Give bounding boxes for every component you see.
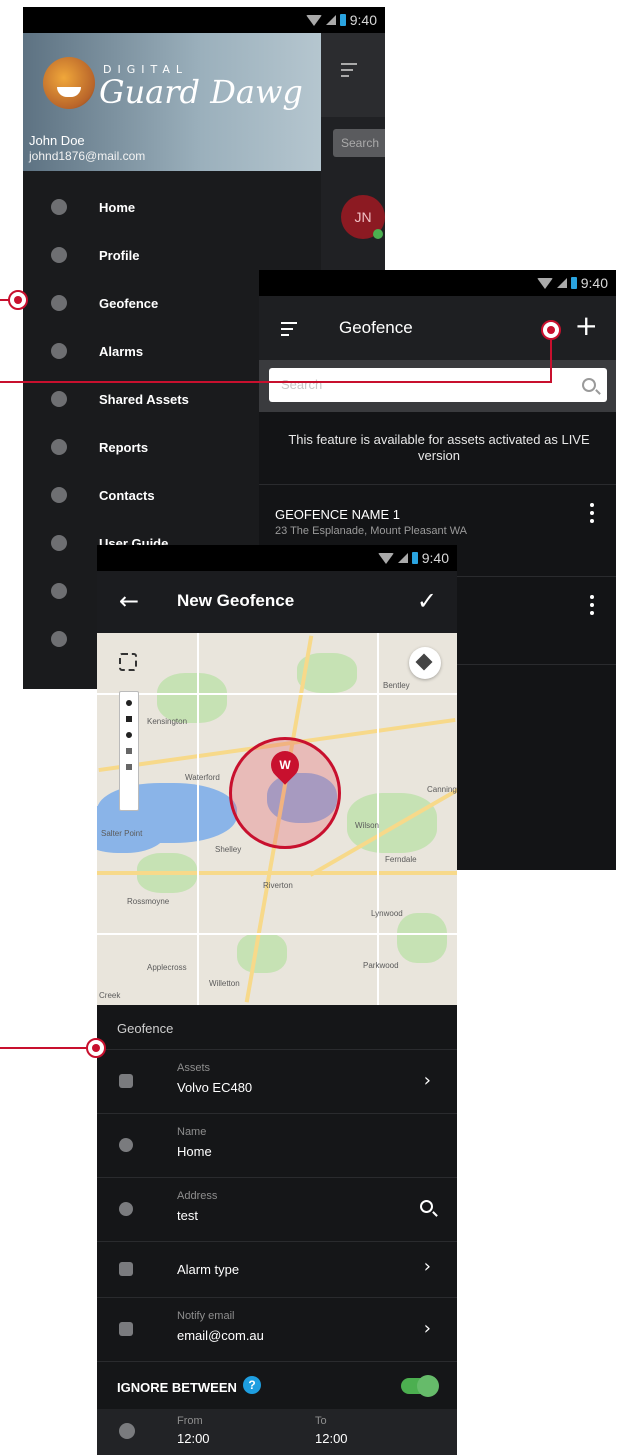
drawer-header: DIGITAL Guard Dawg John Doe johnd1876@ma… <box>23 33 321 171</box>
fullscreen-icon[interactable] <box>119 653 137 671</box>
app-logo: DIGITAL Guard Dawg <box>43 55 313 111</box>
geofence-address: 23 The Esplanade, Mount Pleasant WA <box>275 525 468 537</box>
delete-shape-icon[interactable] <box>126 764 132 770</box>
car-icon <box>119 1074 133 1088</box>
callout-line <box>0 381 552 383</box>
menu-item-home[interactable]: Home <box>23 183 321 231</box>
notify-email-field[interactable]: Notify email email@com.au › <box>97 1297 457 1361</box>
toolbar: ← New Geofence ✓ <box>97 571 457 633</box>
section-title: Geofence <box>117 1021 174 1036</box>
callout-form-section <box>86 1038 106 1058</box>
new-geofence-screen: 9:40 ← New Geofence ✓ Bentley Kensington… <box>97 545 457 1455</box>
home-icon <box>51 199 67 215</box>
status-bar: 9:40 <box>97 545 457 571</box>
status-time: 9:40 <box>349 12 377 28</box>
ignore-between-toggle[interactable] <box>401 1375 439 1397</box>
page-title: New Geofence <box>177 591 295 610</box>
chevron-right-icon: › <box>423 1256 431 1277</box>
search-icon[interactable] <box>582 378 596 392</box>
search-input[interactable]: Search <box>269 368 607 402</box>
geofence-icon <box>51 295 67 311</box>
map-view[interactable]: Bentley Kensington Waterford Salter Poin… <box>97 633 457 1005</box>
alarm-type-field[interactable]: Alarm type › <box>97 1241 457 1297</box>
alarm-icon <box>51 343 67 359</box>
layers-icon[interactable] <box>409 647 441 679</box>
draw-circle-icon[interactable] <box>126 700 132 706</box>
bell-icon <box>119 1262 133 1276</box>
geofence-form: Geofence Assets Volvo EC480 › Name Home … <box>97 1005 457 1455</box>
battery-icon <box>570 277 577 289</box>
map-marker-icon[interactable]: W <box>265 745 305 785</box>
page-title: Geofence <box>339 318 413 337</box>
user-name: John Doe <box>29 133 85 148</box>
email-icon <box>119 1322 133 1336</box>
wifi-icon <box>377 552 394 564</box>
chevron-right-icon: › <box>423 1070 431 1091</box>
ignore-between-row: IGNORE BETWEEN ? <box>97 1361 457 1409</box>
power-icon <box>51 631 67 647</box>
callout-add-button <box>541 320 561 340</box>
clock-icon <box>119 1423 135 1439</box>
more-options-icon[interactable] <box>590 595 594 619</box>
menu-icon[interactable] <box>281 322 297 340</box>
time-range-row: From 12:00 To 12:00 <box>97 1409 457 1455</box>
search-bar: Search <box>259 360 616 412</box>
callout-geofence-menu <box>8 290 28 310</box>
more-options-icon[interactable] <box>590 503 594 527</box>
ignore-between-label: IGNORE BETWEEN <box>117 1380 237 1395</box>
contacts-icon <box>51 487 67 503</box>
battery-icon <box>339 14 346 26</box>
draw-toolbar <box>119 691 139 811</box>
status-time: 9:40 <box>421 550 449 566</box>
geofence-name: GEOFENCE NAME 1 <box>275 507 400 522</box>
back-arrow-icon[interactable]: ← <box>119 589 139 613</box>
add-geofence-button[interactable]: + <box>575 310 598 342</box>
signal-icon <box>325 15 336 25</box>
edit-shape-icon[interactable] <box>126 748 132 754</box>
toolbar: Geofence + <box>259 296 616 360</box>
from-time[interactable]: 12:00 <box>177 1431 210 1446</box>
help-icon[interactable]: ? <box>243 1376 261 1394</box>
bulldog-logo-icon <box>43 57 95 109</box>
gear-icon <box>51 247 67 263</box>
document-icon <box>51 535 67 551</box>
status-bar: 9:40 <box>23 7 385 33</box>
callout-line <box>550 340 552 383</box>
wifi-icon <box>305 14 322 26</box>
draw-square-icon[interactable] <box>126 716 132 722</box>
wifi-icon <box>536 277 553 289</box>
geofence-icon <box>119 1138 133 1152</box>
draw-polygon-icon[interactable] <box>126 732 132 738</box>
online-indicator <box>373 229 383 239</box>
to-time[interactable]: 12:00 <box>315 1431 348 1446</box>
battery-icon <box>411 552 418 564</box>
name-field[interactable]: Name Home <box>97 1113 457 1177</box>
signal-icon <box>397 553 408 563</box>
chevron-right-icon: › <box>423 1318 431 1339</box>
signal-icon <box>556 278 567 288</box>
location-pin-icon <box>119 1202 133 1216</box>
assets-field[interactable]: Assets Volvo EC480 › <box>97 1049 457 1113</box>
user-email: johnd1876@mail.com <box>29 149 146 163</box>
search-icon[interactable] <box>420 1200 433 1213</box>
share-icon <box>51 391 67 407</box>
live-version-notice: This feature is available for assets act… <box>288 432 590 463</box>
callout-line <box>0 1047 90 1049</box>
menu-icon[interactable] <box>341 63 357 81</box>
bar-chart-icon <box>51 439 67 455</box>
avatar[interactable]: JN <box>341 195 385 239</box>
address-field[interactable]: Address test <box>97 1177 457 1241</box>
info-icon <box>51 583 67 599</box>
save-check-icon[interactable]: ✓ <box>417 587 437 615</box>
search-input-behind[interactable]: Search <box>333 129 385 157</box>
status-time: 9:40 <box>580 275 608 291</box>
status-bar: 9:40 <box>259 270 616 296</box>
